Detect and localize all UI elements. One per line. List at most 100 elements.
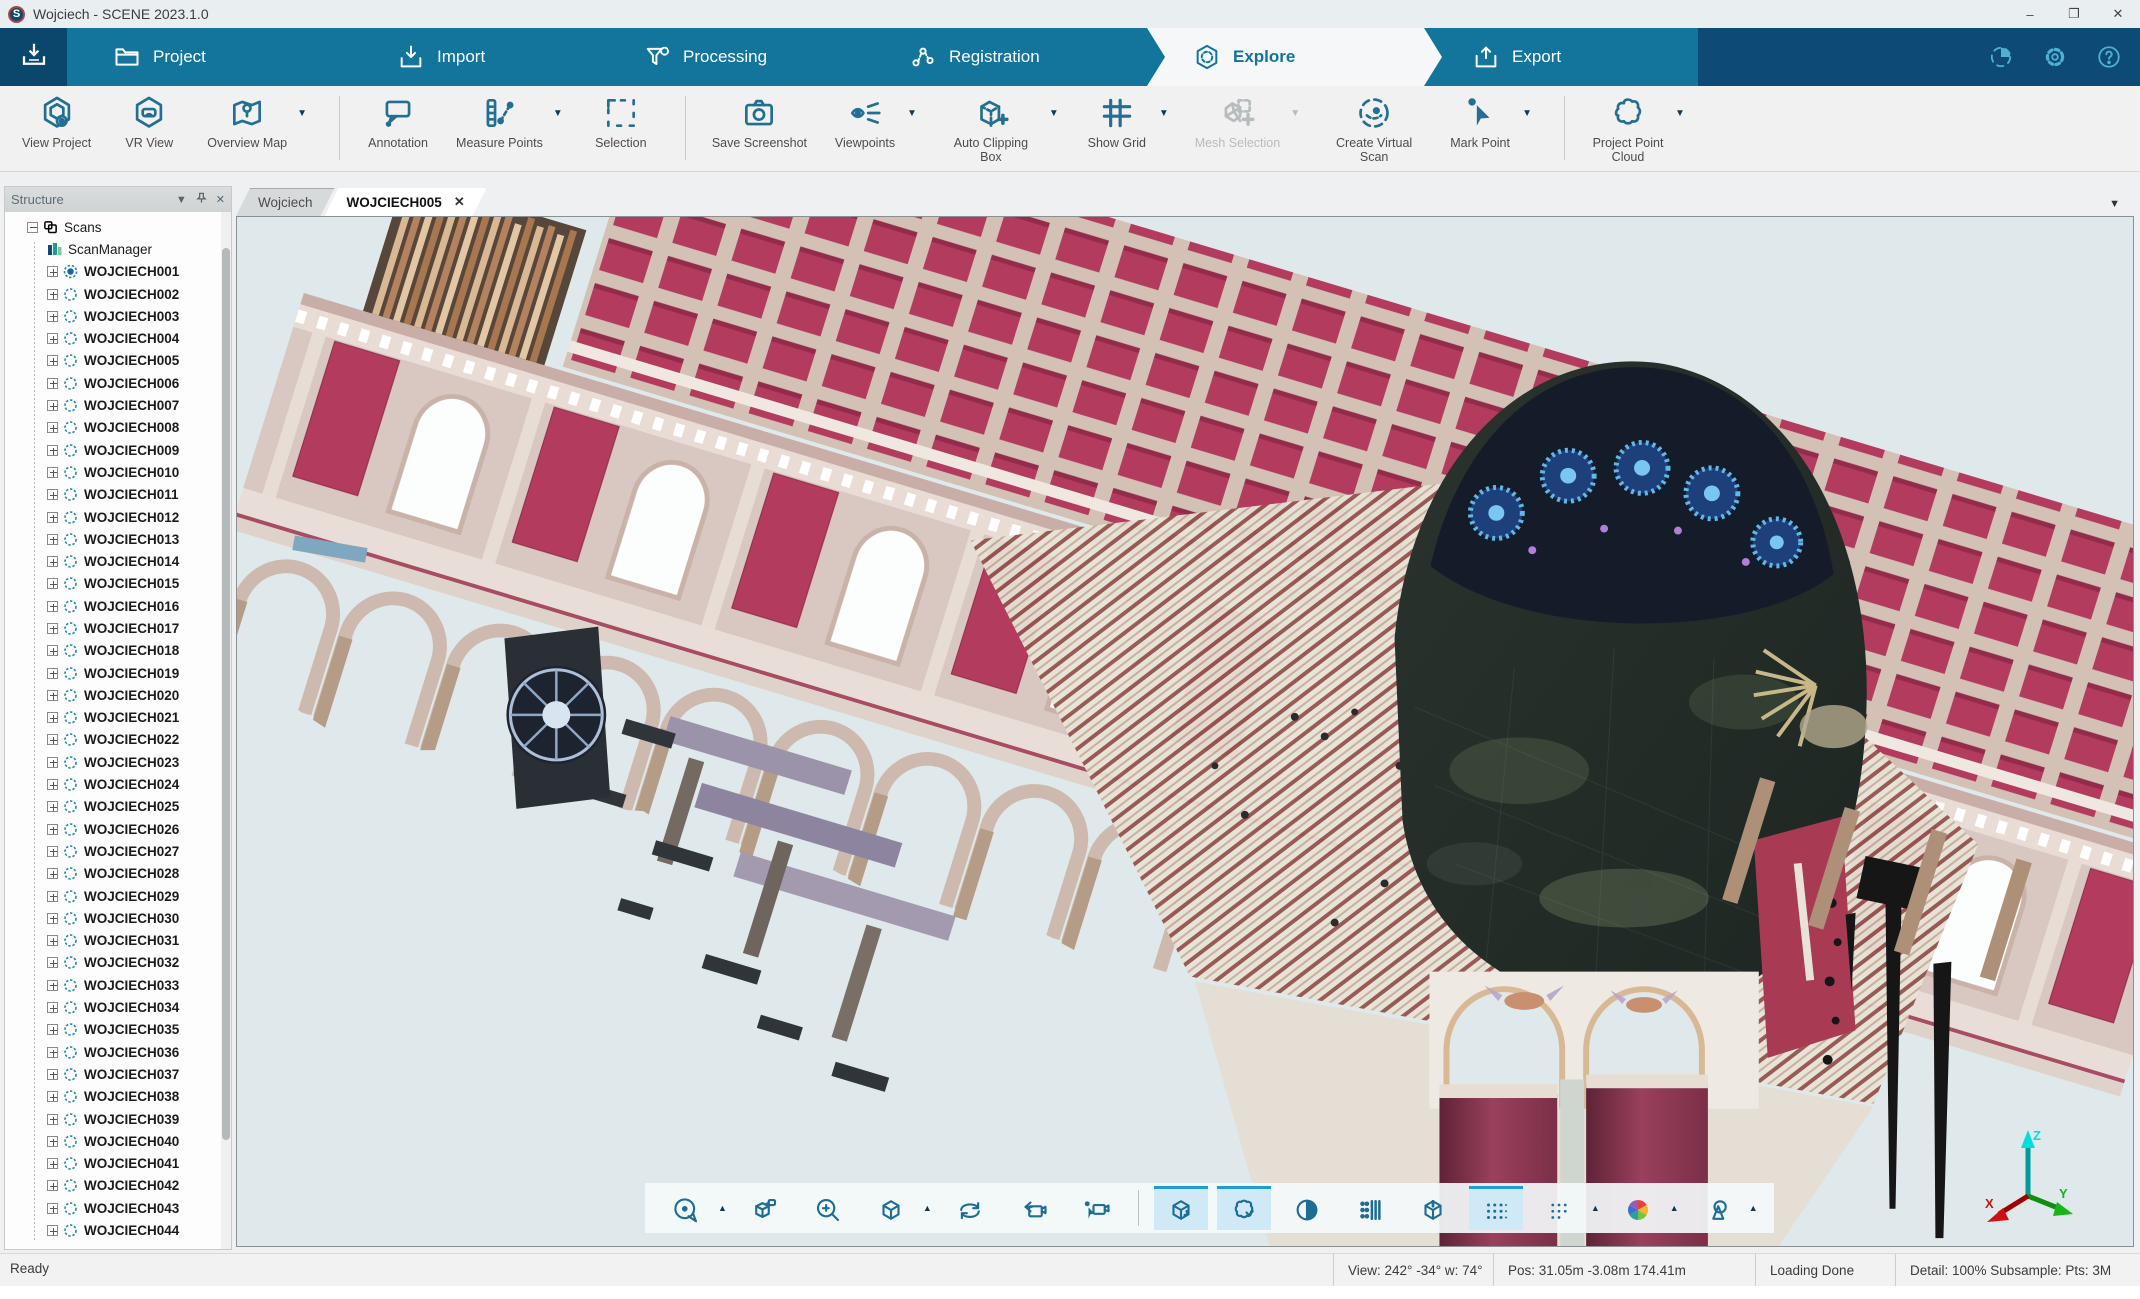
tree-item-wojciech024[interactable]: WOJCIECH024 xyxy=(5,773,221,795)
expand-box-icon[interactable] xyxy=(47,378,58,389)
panel-menu-button[interactable]: ▼ xyxy=(176,194,187,206)
expand-box-icon[interactable] xyxy=(47,1158,58,1169)
expand-box-icon[interactable] xyxy=(47,333,58,344)
expand-box-icon[interactable] xyxy=(47,891,58,902)
expand-box-icon[interactable] xyxy=(47,645,58,656)
help-icon[interactable] xyxy=(2096,44,2122,70)
tree-item-wojciech010[interactable]: WOJCIECH010 xyxy=(5,461,221,483)
expand-box-icon[interactable] xyxy=(47,422,58,433)
tree-item-wojciech013[interactable]: WOJCIECH013 xyxy=(5,528,221,550)
expand-box-icon[interactable] xyxy=(47,757,58,768)
tree-item-wojciech017[interactable]: WOJCIECH017 xyxy=(5,617,221,639)
tree-item-wojciech026[interactable]: WOJCIECH026 xyxy=(5,818,221,840)
tree-item-wojciech023[interactable]: WOJCIECH023 xyxy=(5,751,221,773)
tree-item-wojciech032[interactable]: WOJCIECH032 xyxy=(5,952,221,974)
dropdown-arrow-icon[interactable]: ▼ xyxy=(1159,108,1169,119)
tree-item-wojciech043[interactable]: WOJCIECH043 xyxy=(5,1197,221,1219)
expand-box-icon[interactable] xyxy=(47,690,58,701)
expand-box-icon[interactable] xyxy=(47,980,58,991)
tree-item-wojciech031[interactable]: WOJCIECH031 xyxy=(5,930,221,952)
tree-item-wojciech018[interactable]: WOJCIECH018 xyxy=(5,640,221,662)
ribbon-tab-registration[interactable]: Registration xyxy=(863,28,1163,86)
expand-box-icon[interactable] xyxy=(47,935,58,946)
pin-icon[interactable] xyxy=(196,192,207,207)
tree-item-wojciech027[interactable]: WOJCIECH027 xyxy=(5,840,221,862)
dropdown-arrow-icon[interactable]: ▼ xyxy=(1049,108,1059,119)
expand-box-icon[interactable] xyxy=(47,1203,58,1214)
nav-grid-points-button[interactable] xyxy=(1469,1186,1523,1230)
nav-pick-view-button[interactable] xyxy=(1069,1186,1123,1230)
ribbon-tab-export[interactable]: Export xyxy=(1426,28,1698,86)
expand-box-icon[interactable] xyxy=(47,913,58,924)
tree-item-scanmanager[interactable]: ScanManager xyxy=(5,238,221,260)
point-cloud-render[interactable] xyxy=(237,217,2133,1246)
toolbar-view-project[interactable]: View Project xyxy=(22,94,91,150)
expand-box-icon[interactable] xyxy=(47,467,58,478)
tree-item-scans-root[interactable]: Scans xyxy=(5,216,221,238)
expand-box-icon[interactable] xyxy=(47,1002,58,1013)
nav-zoom-window-button[interactable] xyxy=(801,1186,855,1230)
expand-box-icon[interactable] xyxy=(47,1024,58,1035)
tree-item-wojciech006[interactable]: WOJCIECH006 xyxy=(5,372,221,394)
tree-item-wojciech004[interactable]: WOJCIECH004 xyxy=(5,327,221,349)
expand-box-icon[interactable] xyxy=(47,289,58,300)
tree-item-wojciech011[interactable]: WOJCIECH011 xyxy=(5,484,221,506)
tree-item-wojciech007[interactable]: WOJCIECH007 xyxy=(5,394,221,416)
tree-item-wojciech001[interactable]: WOJCIECH001 xyxy=(5,261,221,283)
tree-item-wojciech021[interactable]: WOJCIECH021 xyxy=(5,707,221,729)
expand-box-icon[interactable] xyxy=(47,1180,58,1191)
nav-orbit-button[interactable] xyxy=(659,1186,713,1230)
nav-orientation-cube-button[interactable] xyxy=(1406,1186,1460,1230)
expand-box-icon[interactable] xyxy=(47,601,58,612)
expand-box-icon[interactable] xyxy=(47,846,58,857)
dropdown-arrow-icon[interactable]: ▼ xyxy=(907,108,917,119)
toolbar-selection[interactable]: Selection xyxy=(589,94,653,150)
tree-item-wojciech036[interactable]: WOJCIECH036 xyxy=(5,1041,221,1063)
expand-box-icon[interactable] xyxy=(47,1069,58,1080)
expand-box-icon[interactable] xyxy=(47,623,58,634)
close-button[interactable]: ✕ xyxy=(2096,0,2140,28)
ribbon-tab-project[interactable]: Project xyxy=(67,28,367,86)
nav-point-size-button[interactable] xyxy=(1532,1186,1586,1230)
nav-color-mode-button[interactable] xyxy=(1611,1186,1665,1230)
tree-item-wojciech022[interactable]: WOJCIECH022 xyxy=(5,729,221,751)
expand-box-icon[interactable] xyxy=(47,311,58,322)
tree-item-wojciech019[interactable]: WOJCIECH019 xyxy=(5,662,221,684)
expand-box-icon[interactable] xyxy=(47,779,58,790)
toolbar-mark-point[interactable]: Mark Point▼ xyxy=(1448,94,1532,150)
tree-item-wojciech020[interactable]: WOJCIECH020 xyxy=(5,684,221,706)
expand-box-icon[interactable] xyxy=(47,266,58,277)
tree-item-wojciech040[interactable]: WOJCIECH040 xyxy=(5,1130,221,1152)
tree-item-wojciech035[interactable]: WOJCIECH035 xyxy=(5,1019,221,1041)
panel-close-button[interactable]: ✕ xyxy=(216,193,225,206)
collapse-box-icon[interactable] xyxy=(27,222,38,233)
nav-point-cloud-button[interactable] xyxy=(1217,1186,1271,1230)
tree-item-wojciech016[interactable]: WOJCIECH016 xyxy=(5,595,221,617)
dropdown-arrow-icon[interactable]: ▼ xyxy=(1675,108,1685,119)
scrollbar-thumb[interactable] xyxy=(222,248,230,1140)
tree-item-wojciech041[interactable]: WOJCIECH041 xyxy=(5,1152,221,1174)
ribbon-tab-import[interactable]: Import xyxy=(351,28,613,86)
tree-item-wojciech028[interactable]: WOJCIECH028 xyxy=(5,863,221,885)
nav-rotate-view-button[interactable] xyxy=(943,1186,997,1230)
dropup-arrow-icon[interactable]: ▲ xyxy=(1749,1203,1758,1213)
tree-item-wojciech042[interactable]: WOJCIECH042 xyxy=(5,1175,221,1197)
expand-box-icon[interactable] xyxy=(47,957,58,968)
toolbar-viewpoints[interactable]: Viewpoints▼ xyxy=(833,94,917,150)
view-tab-wojciech005[interactable]: WOJCIECH005✕ xyxy=(325,188,487,216)
toolbar-vr-view[interactable]: VR View xyxy=(117,94,181,150)
quick-save-button[interactable] xyxy=(0,28,67,86)
dropup-arrow-icon[interactable]: ▲ xyxy=(1670,1203,1679,1213)
toolbar-show-grid[interactable]: Show Grid▼ xyxy=(1085,94,1169,150)
nav-view-3d-button[interactable] xyxy=(1154,1186,1208,1230)
nav-clipping-button[interactable] xyxy=(1280,1186,1334,1230)
dropup-arrow-icon[interactable]: ▲ xyxy=(1591,1203,1600,1213)
toolbar-auto-clipping-box[interactable]: Auto Clipping Box▼ xyxy=(943,94,1059,165)
toolbar-measure-points[interactable]: Measure Points▼ xyxy=(456,94,563,150)
tree-item-wojciech038[interactable]: WOJCIECH038 xyxy=(5,1086,221,1108)
expand-box-icon[interactable] xyxy=(47,556,58,567)
tablist-dropdown-icon[interactable]: ▼ xyxy=(2109,198,2120,210)
nav-view-cube-button[interactable] xyxy=(864,1186,918,1230)
expand-box-icon[interactable] xyxy=(47,1114,58,1125)
toolbar-save-screenshot[interactable]: Save Screenshot xyxy=(712,94,807,150)
